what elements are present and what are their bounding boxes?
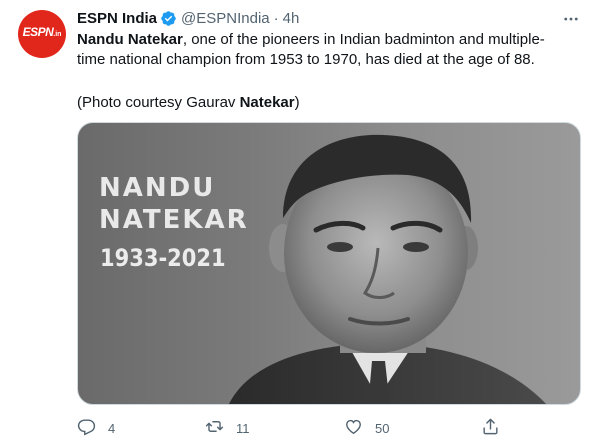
tweet-text: Nandu Natekar, one of the pioneers in In… [77, 30, 567, 70]
reply-count: 4 [108, 420, 116, 436]
retweet-count: 11 [236, 420, 250, 436]
share-icon [481, 417, 500, 439]
tweet-actions: 4 11 50 [77, 416, 547, 440]
author-handle[interactable]: @ESPNIndia [181, 10, 270, 27]
reply-icon [77, 417, 96, 439]
like-count: 50 [375, 420, 390, 436]
verified-badge-icon [160, 10, 177, 27]
tweet-header: ESPN India @ESPNIndia · 4h [77, 7, 299, 29]
more-options-icon[interactable] [561, 9, 581, 29]
tweet[interactable]: ESPN.in ESPN India @ESPNIndia · 4h Nandu… [0, 0, 591, 447]
avatar[interactable]: ESPN.in [18, 10, 66, 58]
separator-dot: · [273, 9, 279, 27]
author-name[interactable]: ESPN India [77, 10, 157, 27]
retweet-button[interactable]: 11 [205, 416, 250, 440]
avatar-logo: ESPN.in [22, 25, 62, 39]
tweet-photo[interactable]: NANDU NATEKAR 1933-2021 [77, 122, 581, 405]
share-button[interactable] [481, 416, 500, 440]
timestamp[interactable]: 4h [283, 10, 300, 27]
reply-button[interactable]: 4 [77, 416, 115, 440]
photo-credit: (Photo courtesy Gaurav Natekar) [77, 94, 300, 111]
retweet-icon [205, 417, 224, 439]
photo-credit-name[interactable]: Natekar [240, 94, 295, 111]
photo-caption-years: 1933-2021 [100, 244, 226, 272]
heart-icon [344, 417, 363, 439]
tweet-text-name: Nandu Natekar [77, 31, 183, 48]
photo-caption-name: NANDU NATEKAR [99, 173, 249, 235]
like-button[interactable]: 50 [344, 416, 389, 440]
